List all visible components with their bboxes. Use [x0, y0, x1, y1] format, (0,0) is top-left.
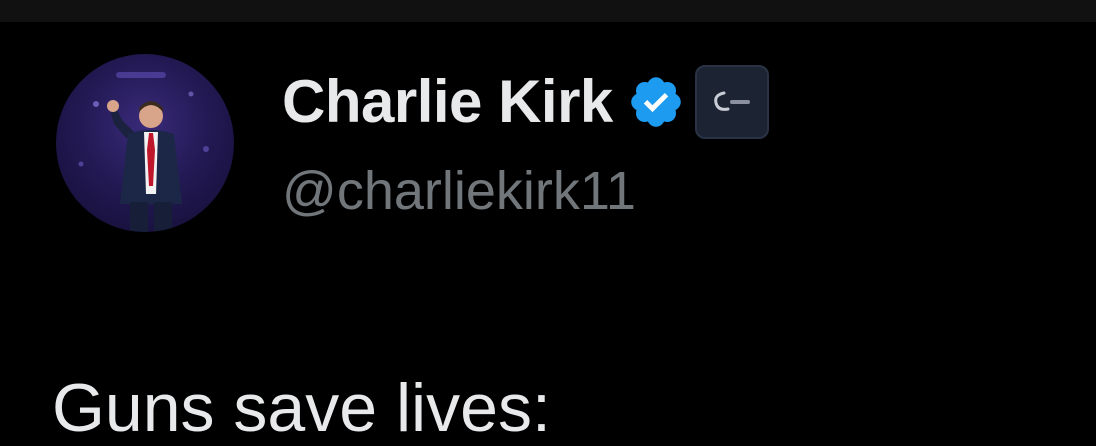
- tweet-card: Charlie Kirk @charliekirk11 Guns save li…: [0, 22, 1096, 445]
- affiliate-logo-icon[interactable]: [694, 65, 769, 139]
- author-handle[interactable]: @charliekirk11: [282, 164, 636, 218]
- author-display-name[interactable]: Charlie Kirk: [282, 72, 613, 132]
- tweet-text: Guns save lives:: [52, 370, 551, 446]
- author-name-row: Charlie Kirk: [282, 62, 769, 142]
- top-bar: [0, 0, 1096, 22]
- avatar-photo: [78, 72, 209, 232]
- avatar[interactable]: [56, 54, 234, 232]
- verified-check-icon[interactable]: [627, 73, 685, 131]
